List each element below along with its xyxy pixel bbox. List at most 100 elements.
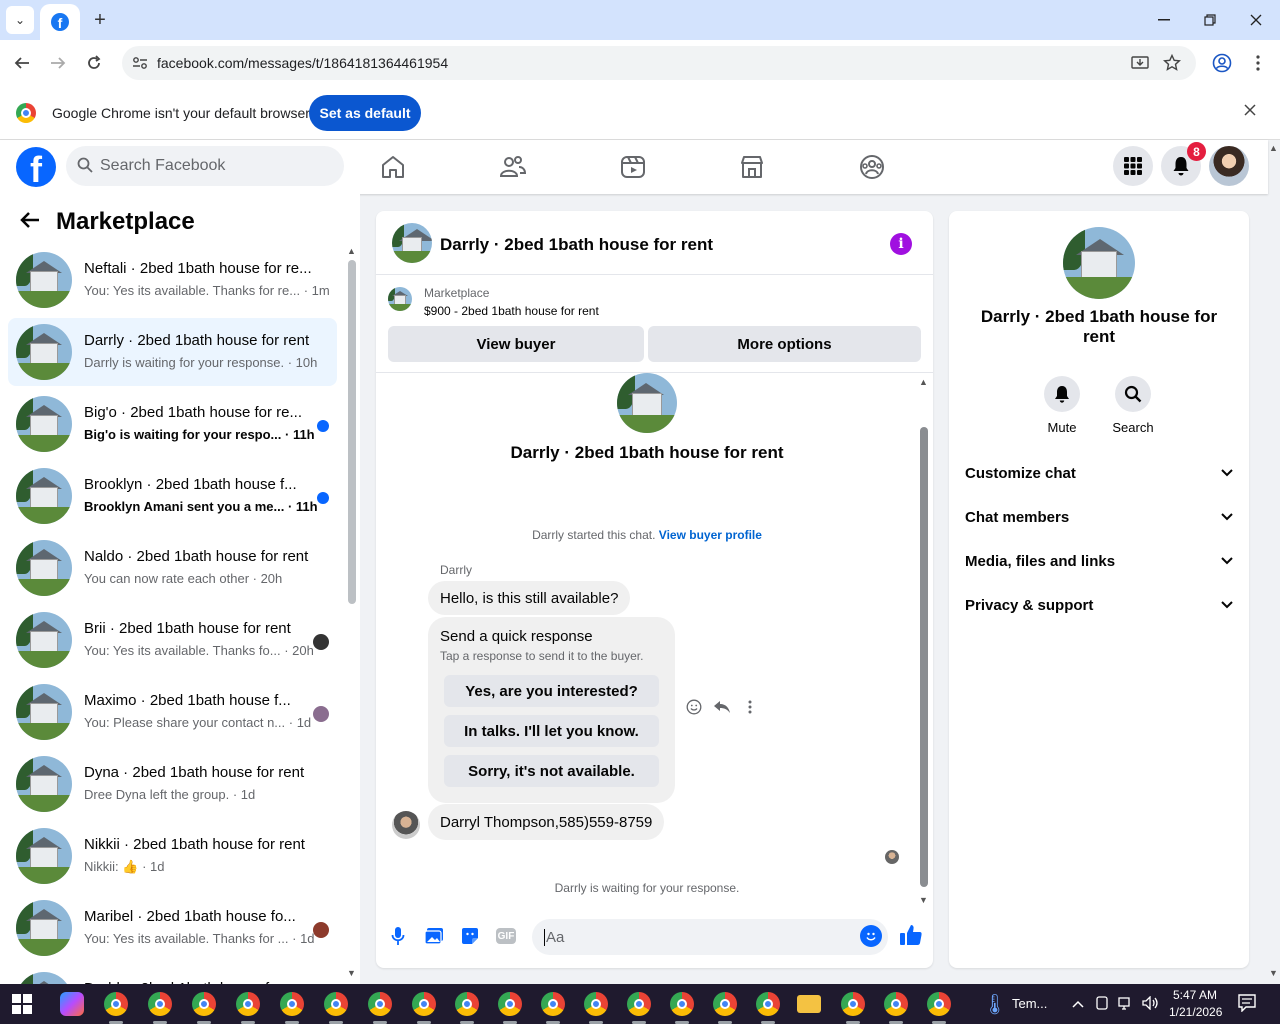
chrome-window-icon[interactable] — [280, 992, 304, 1016]
browser-tab-facebook[interactable]: f — [40, 4, 80, 40]
chrome-window-icon[interactable] — [368, 992, 392, 1016]
bookmark-star-icon[interactable] — [1162, 53, 1182, 73]
weather-text[interactable]: Tem... — [1012, 996, 1047, 1011]
conversation-item[interactable]: Big'o · 2bed 1bath house for re... Big'o … — [8, 390, 337, 458]
conversation-item[interactable]: Brooklyn · 2bed 1bath house f... Brooklyn… — [8, 462, 337, 530]
view-buyer-profile-link[interactable]: View buyer profile — [659, 528, 762, 542]
chrome-window-icon[interactable] — [192, 992, 216, 1016]
thread-scroll-up-arrow[interactable]: ▲ — [919, 377, 928, 387]
chat-avatar[interactable] — [392, 223, 432, 263]
gif-icon[interactable]: GIF — [496, 928, 516, 944]
chrome-menu-button[interactable] — [1245, 50, 1271, 76]
listing-price[interactable]: $900 - 2bed 1bath house for rent — [424, 304, 599, 318]
volume-icon[interactable] — [1142, 995, 1160, 1013]
message-bubble[interactable]: Darryl Thompson,585)559-8759 — [428, 804, 665, 840]
site-settings-icon[interactable] — [130, 53, 150, 73]
conversation-item[interactable]: Dyna · 2bed 1bath house for rent Dree Dyn… — [8, 750, 337, 818]
details-avatar[interactable] — [1063, 227, 1135, 299]
info-icon[interactable]: i — [890, 233, 912, 255]
video-icon[interactable] — [619, 153, 647, 181]
conversation-item[interactable]: Maximo · 2bed 1bath house f... You: Pleas… — [8, 678, 337, 746]
reply-icon[interactable] — [712, 697, 732, 717]
new-tab-button[interactable]: + — [88, 8, 112, 32]
view-buyer-button[interactable]: View buyer — [388, 326, 644, 362]
chrome-window-icon[interactable] — [412, 992, 436, 1016]
chrome-window-icon[interactable] — [670, 992, 694, 1016]
minimize-button[interactable] — [1142, 6, 1186, 34]
emoji-icon[interactable] — [860, 925, 882, 947]
quick-response-yes-button[interactable]: Yes, are you interested? — [444, 675, 659, 707]
conversation-item[interactable]: Maribel · 2bed 1bath house fo... You: Yes… — [8, 894, 337, 962]
sidebar-scrollbar[interactable] — [348, 260, 356, 604]
sender-avatar[interactable] — [392, 811, 420, 839]
groups-icon[interactable] — [858, 153, 886, 181]
tab-search-button[interactable]: ⌄ — [6, 6, 34, 34]
conversation-item[interactable]: Daddy · 2bed 1bath house f... — [8, 966, 337, 984]
page-scroll-up-arrow[interactable]: ▲ — [1269, 143, 1278, 153]
chrome-window-icon[interactable] — [713, 992, 737, 1016]
chrome-window-icon[interactable] — [927, 992, 951, 1016]
more-options-button[interactable]: More options — [648, 326, 921, 362]
address-bar[interactable]: facebook.com/messages/t/1864181364461954 — [122, 46, 1196, 80]
microphone-icon[interactable] — [387, 925, 409, 947]
close-window-button[interactable] — [1234, 6, 1278, 34]
chrome-window-icon[interactable] — [541, 992, 565, 1016]
chrome-window-icon[interactable] — [455, 992, 479, 1016]
marketplace-icon[interactable] — [738, 153, 766, 181]
chrome-window-icon[interactable] — [756, 992, 780, 1016]
scroll-up-arrow[interactable]: ▲ — [347, 246, 356, 256]
infobar-close-button[interactable] — [1244, 103, 1256, 121]
thumbs-up-icon[interactable] — [898, 922, 924, 948]
customize-chat-section[interactable]: Customize chat — [965, 458, 1233, 488]
clock-date[interactable]: 1/21/2026 — [1169, 1005, 1222, 1019]
conversation-item[interactable]: Naldo · 2bed 1bath house for rent You can… — [8, 534, 337, 602]
back-arrow-icon[interactable] — [20, 209, 40, 235]
chrome-window-icon[interactable] — [324, 992, 348, 1016]
chrome-window-icon[interactable] — [236, 992, 260, 1016]
account-avatar[interactable] — [1209, 146, 1249, 186]
quick-response-talks-button[interactable]: In talks. I'll let you know. — [444, 715, 659, 747]
chrome-window-icon[interactable] — [627, 992, 651, 1016]
forward-button[interactable] — [45, 50, 71, 76]
friends-icon[interactable] — [499, 153, 527, 181]
mute-action[interactable]: Mute — [1032, 376, 1092, 435]
search-action[interactable]: Search — [1103, 376, 1163, 435]
scroll-down-arrow[interactable]: ▼ — [347, 968, 356, 978]
quick-response-sorry-button[interactable]: Sorry, it's not available. — [444, 755, 659, 787]
media-files-links-section[interactable]: Media, files and links — [965, 546, 1233, 576]
back-button[interactable] — [9, 50, 35, 76]
home-icon[interactable] — [379, 153, 407, 181]
file-explorer-icon[interactable] — [797, 995, 821, 1013]
device-icon[interactable] — [1096, 996, 1108, 1013]
chrome-window-icon[interactable] — [884, 992, 908, 1016]
chrome-window-icon[interactable] — [498, 992, 522, 1016]
facebook-logo-icon[interactable]: f — [16, 147, 56, 187]
page-scroll-down-arrow[interactable]: ▼ — [1269, 968, 1278, 978]
chrome-window-icon[interactable] — [584, 992, 608, 1016]
network-icon[interactable] — [1118, 996, 1134, 1013]
start-button[interactable] — [12, 994, 32, 1014]
menu-grid-button[interactable] — [1113, 146, 1153, 186]
conversation-item[interactable]: Neftali · 2bed 1bath house for re... You:… — [8, 246, 337, 314]
react-emoji-icon[interactable] — [684, 697, 704, 717]
set-as-default-button[interactable]: Set as default — [309, 95, 421, 131]
message-input[interactable]: Aa — [532, 919, 888, 955]
search-facebook-input[interactable]: Search Facebook — [66, 146, 344, 186]
restore-button[interactable] — [1188, 6, 1232, 34]
chrome-window-icon[interactable] — [841, 992, 865, 1016]
chrome-window-icon[interactable] — [104, 992, 128, 1016]
clock-time[interactable]: 5:47 AM — [1173, 988, 1217, 1002]
conversation-item[interactable]: Brii · 2bed 1bath house for rent You: Yes… — [8, 606, 337, 674]
listing-thumbnail[interactable] — [388, 287, 412, 311]
message-bubble[interactable]: Hello, is this still available? — [428, 581, 631, 615]
privacy-support-section[interactable]: Privacy & support — [965, 590, 1233, 620]
thread-scroll-down-arrow[interactable]: ▼ — [919, 895, 928, 905]
conversation-item[interactable]: Darrly · 2bed 1bath house for rent Darrly… — [8, 318, 337, 386]
chat-title[interactable]: Darrly · 2bed 1bath house for rent — [440, 235, 713, 255]
sticker-icon[interactable] — [459, 925, 481, 947]
install-app-icon[interactable] — [1130, 53, 1150, 73]
copilot-icon[interactable] — [60, 992, 84, 1016]
reload-button[interactable] — [81, 50, 107, 76]
notification-center-icon[interactable] — [1238, 994, 1256, 1015]
thread-scrollbar[interactable] — [920, 427, 928, 887]
